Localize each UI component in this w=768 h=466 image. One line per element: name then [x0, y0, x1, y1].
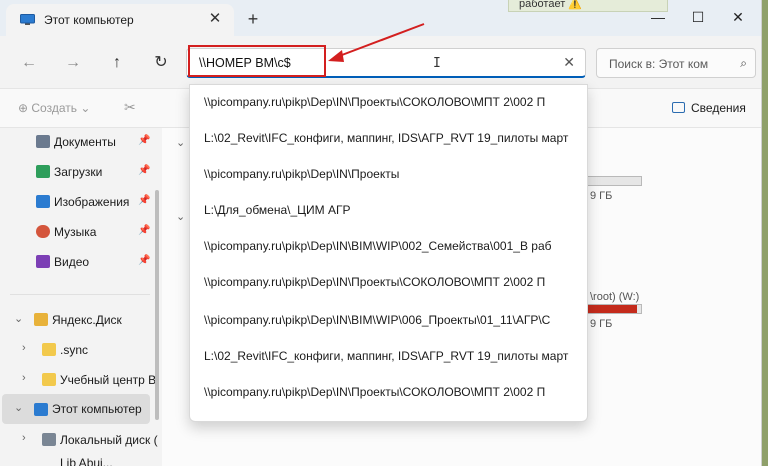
suggestion-item[interactable]: L:\Для_обмена\_ЦИМ АГР — [190, 195, 587, 225]
sidebar-item-video[interactable]: Видео 📌 — [0, 248, 150, 276]
picture-icon — [36, 195, 50, 208]
cut-icon[interactable]: ✂ — [124, 99, 136, 116]
sidebar-scrollbar[interactable] — [155, 190, 159, 420]
sidebar-divider — [10, 294, 150, 295]
pin-icon: 📌 — [138, 135, 151, 146]
search-icon: ⌕ — [740, 56, 747, 70]
sidebar-item-documents[interactable]: Документы 📌 — [0, 128, 150, 156]
chevron-right-icon[interactable]: › — [22, 372, 26, 384]
suggestion-item[interactable]: \\picompany.ru\pikp\Dep\IN\BIM\WIP\006_П… — [190, 305, 587, 335]
computer-icon — [34, 403, 48, 416]
tab-title: Этот компьютер — [44, 13, 134, 27]
drive-usage-bar — [586, 176, 642, 186]
download-icon — [36, 165, 50, 178]
create-label: Создать — [31, 101, 77, 115]
navigation-pane: Документы 📌 Загрузки 📌 Изображения 📌 Муз… — [0, 128, 160, 466]
details-label: Сведения — [691, 101, 746, 115]
sidebar-item-local-disk[interactable]: › Локальный диск ( — [0, 426, 158, 454]
sidebar-item-label: Изображения — [54, 195, 130, 209]
details-button[interactable]: Сведения — [672, 101, 746, 115]
notification-banner: работает ⚠️ — [508, 0, 668, 12]
sidebar-item-this-pc[interactable]: ⌄ Этот компьютер — [2, 394, 150, 424]
sidebar-item-label: Видео — [54, 255, 90, 269]
suggestion-item[interactable]: \\picompany.ru\pikp\Dep\IN\BIM\WIP\002_С… — [190, 231, 587, 261]
new-tab-button[interactable]: + — [244, 10, 262, 28]
suggestion-item[interactable]: \\picompany.ru\pikp\Dep\IN\Проекты\СОКОЛ… — [190, 87, 587, 117]
annotation-highlight-box — [188, 45, 326, 77]
suggestion-item[interactable]: \\picompany.ru\pikp\Dep\IN\Проекты\СОКОЛ… — [190, 377, 587, 407]
sidebar-item-label: Lib Abui... — [60, 456, 113, 466]
back-arrow-icon[interactable]: ← — [18, 52, 40, 74]
sidebar-item-label: Документы — [54, 135, 116, 149]
suggestion-item[interactable]: \\picompany.ru\pikp\Dep\IN\Проекты — [190, 159, 587, 189]
drive-usage-fill — [587, 305, 637, 313]
address-suggestions-dropdown: \\picompany.ru\pikp\Dep\IN\Проекты\СОКОЛ… — [189, 84, 588, 422]
suggestion-item[interactable]: \\picompany.ru\pikp\Dep\IN\Проекты\СОКОЛ… — [190, 267, 587, 297]
drive-size-text: 9 ГБ — [590, 318, 613, 330]
document-icon — [36, 135, 50, 148]
close-tab-icon[interactable]: ✕ — [206, 10, 224, 28]
sidebar-item-yandex-disk[interactable]: ⌄ Яндекс.Диск — [0, 306, 150, 334]
computer-icon — [20, 14, 35, 25]
drive-label: \root) (W:) — [590, 291, 640, 303]
pin-icon: 📌 — [138, 255, 151, 266]
chevron-down-icon[interactable]: ⌄ — [176, 210, 185, 223]
sidebar-item-label: .sync — [60, 343, 89, 357]
minimize-button[interactable]: — — [646, 8, 670, 26]
sidebar-item-sync[interactable]: › .sync — [0, 336, 150, 364]
music-icon — [36, 225, 50, 238]
chevron-down-icon[interactable]: ⌄ — [14, 312, 23, 325]
refresh-icon[interactable]: ↻ — [150, 52, 172, 74]
sidebar-item-downloads[interactable]: Загрузки 📌 — [0, 158, 150, 186]
sidebar-item-label: Этот компьютер — [52, 402, 142, 416]
tab-this-pc[interactable]: Этот компьютер ✕ — [6, 4, 234, 36]
clear-address-icon[interactable]: ✕ — [563, 54, 575, 71]
folder-icon — [42, 343, 56, 356]
sidebar-item-label: Яндекс.Диск — [52, 313, 122, 327]
details-pane-icon — [672, 102, 685, 113]
drive-size-text: 9 ГБ — [590, 190, 613, 202]
pin-icon: 📌 — [138, 225, 151, 236]
close-window-button[interactable]: ✕ — [726, 8, 750, 26]
text-cursor-icon: I — [433, 56, 441, 71]
search-box[interactable]: Поиск в: Этот ком ⌕ — [596, 48, 756, 78]
sidebar-item-label: Загрузки — [54, 165, 103, 179]
sidebar-item-label: Локальный диск ( — [60, 433, 158, 447]
file-explorer-window: Этот компьютер ✕ + работает ⚠️ — ☐ ✕ ← →… — [0, 0, 762, 466]
search-input[interactable]: Поиск в: Этот ком — [609, 57, 708, 71]
drive-usage-bar-root — [586, 304, 642, 314]
video-icon — [36, 255, 50, 268]
sidebar-item-partial[interactable]: Lib Abui... — [0, 454, 150, 466]
suggestion-item[interactable]: L:\02_Revit\IFC_конфиги, маппинг, IDS\АГ… — [190, 341, 587, 371]
sidebar-item-pictures[interactable]: Изображения 📌 — [0, 188, 150, 216]
create-button[interactable]: ⊕ Создать ⌄ — [18, 101, 90, 115]
maximize-button[interactable]: ☐ — [686, 8, 710, 26]
folder-icon — [34, 313, 48, 326]
drive-icon — [42, 433, 56, 446]
folder-icon — [42, 373, 56, 386]
chevron-down-icon[interactable]: ⌄ — [176, 136, 185, 149]
forward-arrow-icon[interactable]: → — [62, 52, 84, 74]
pin-icon: 📌 — [138, 165, 151, 176]
desktop-background — [762, 0, 768, 466]
sidebar-item-label: Учебный центр BI — [60, 373, 160, 387]
sidebar-item-training-center[interactable]: › Учебный центр BI — [0, 366, 159, 394]
suggestion-item[interactable]: L:\02_Revit\IFC_конфиги, маппинг, IDS\АГ… — [190, 123, 587, 153]
chevron-right-icon[interactable]: › — [22, 342, 26, 354]
chevron-down-icon[interactable]: ⌄ — [14, 401, 23, 414]
up-arrow-icon[interactable]: ↑ — [106, 52, 128, 74]
pin-icon: 📌 — [138, 195, 151, 206]
sidebar-item-label: Музыка — [54, 225, 97, 239]
sidebar-item-music[interactable]: Музыка 📌 — [0, 218, 150, 246]
annotation-arrow-icon — [328, 23, 425, 62]
chevron-right-icon[interactable]: › — [22, 432, 26, 444]
